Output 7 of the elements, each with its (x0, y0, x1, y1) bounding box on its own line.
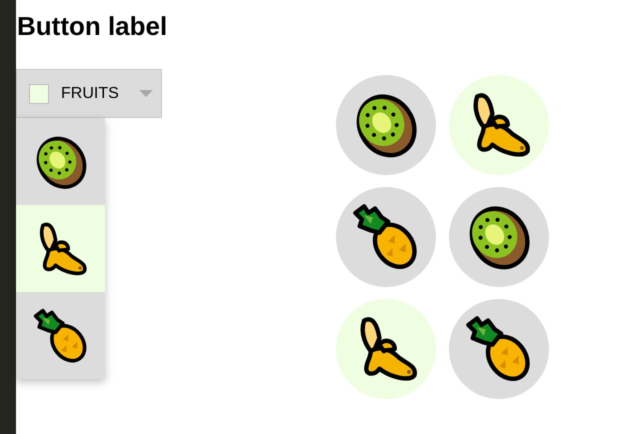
menu-item[interactable] (16, 205, 105, 292)
page-title: Button label (17, 13, 168, 39)
dropdown-button[interactable]: FRUITS (16, 69, 162, 118)
caret-icon (138, 90, 153, 98)
menu-item[interactable] (16, 118, 105, 205)
pineapple-icon (32, 306, 90, 364)
menu-item[interactable] (16, 292, 105, 379)
